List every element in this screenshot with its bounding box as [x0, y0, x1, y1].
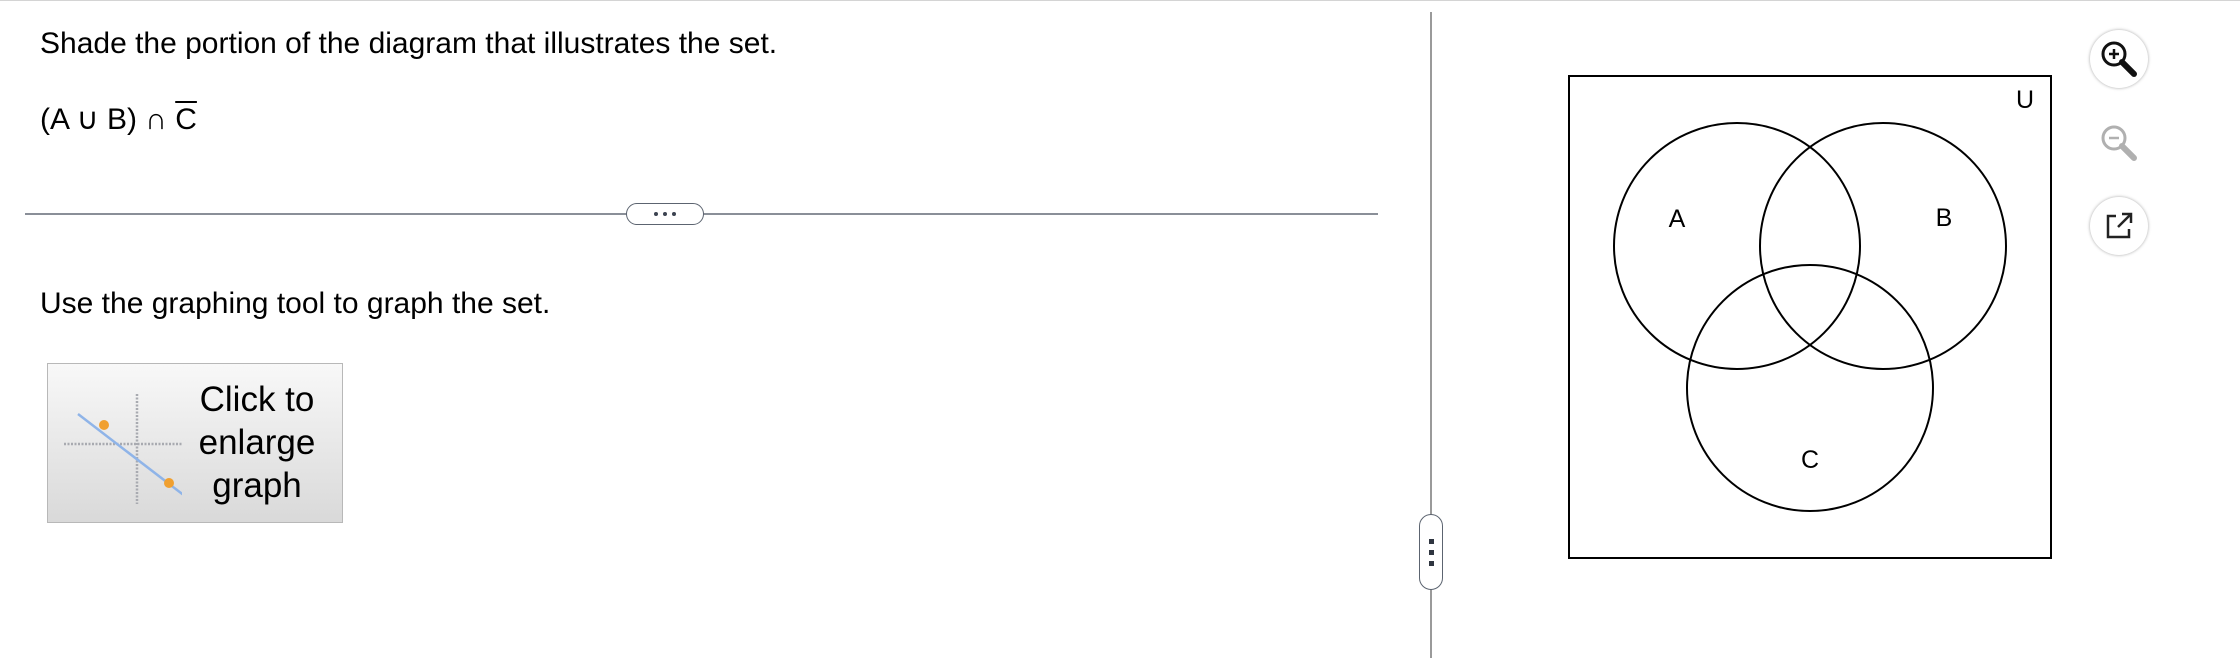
zoom-in-icon [2101, 41, 2137, 77]
popout-button[interactable] [2090, 197, 2148, 255]
venn-diagram[interactable]: U A B C [1565, 72, 2055, 564]
dot-icon [1428, 560, 1434, 566]
label-line: graph [212, 466, 302, 505]
top-rule [0, 0, 2240, 1]
enlarge-graph-button[interactable]: Click to enlarge graph [47, 363, 343, 523]
set-label-a: A [1669, 205, 1686, 233]
circle-a [1613, 122, 1861, 370]
enlarge-graph-label: Click to enlarge graph [182, 378, 332, 507]
set-expression-text: (A ∪ B) ∩ [40, 103, 176, 136]
pane-resize-handle[interactable] [1419, 514, 1443, 590]
label-line: enlarge [198, 423, 316, 462]
popout-icon [2106, 212, 2133, 239]
instruction-text: Use the graphing tool to graph the set. [40, 287, 551, 320]
circle-b [1759, 122, 2007, 370]
dot-icon [672, 212, 676, 216]
zoom-in-button[interactable] [2090, 30, 2148, 88]
expand-section-button[interactable] [626, 203, 704, 225]
universe-label: U [2016, 86, 2034, 114]
question-prompt: Shade the portion of the diagram that il… [40, 27, 778, 60]
dot-icon [663, 212, 667, 216]
label-line: Click to [199, 380, 315, 419]
set-label-b: B [1936, 204, 1953, 232]
circle-c [1686, 264, 1934, 512]
dot-icon [654, 212, 658, 216]
set-label-c: C [1801, 446, 1819, 474]
dot-icon [1428, 549, 1434, 555]
complement-c: C [175, 103, 197, 136]
zoom-out-button[interactable] [2090, 114, 2148, 172]
zoom-out-icon [2101, 125, 2137, 161]
graph-thumbnail-icon [64, 394, 182, 504]
universe-rect [1568, 75, 2052, 559]
set-expression: (A ∪ B) ∩ C [40, 102, 197, 137]
dot-icon [1428, 538, 1434, 544]
